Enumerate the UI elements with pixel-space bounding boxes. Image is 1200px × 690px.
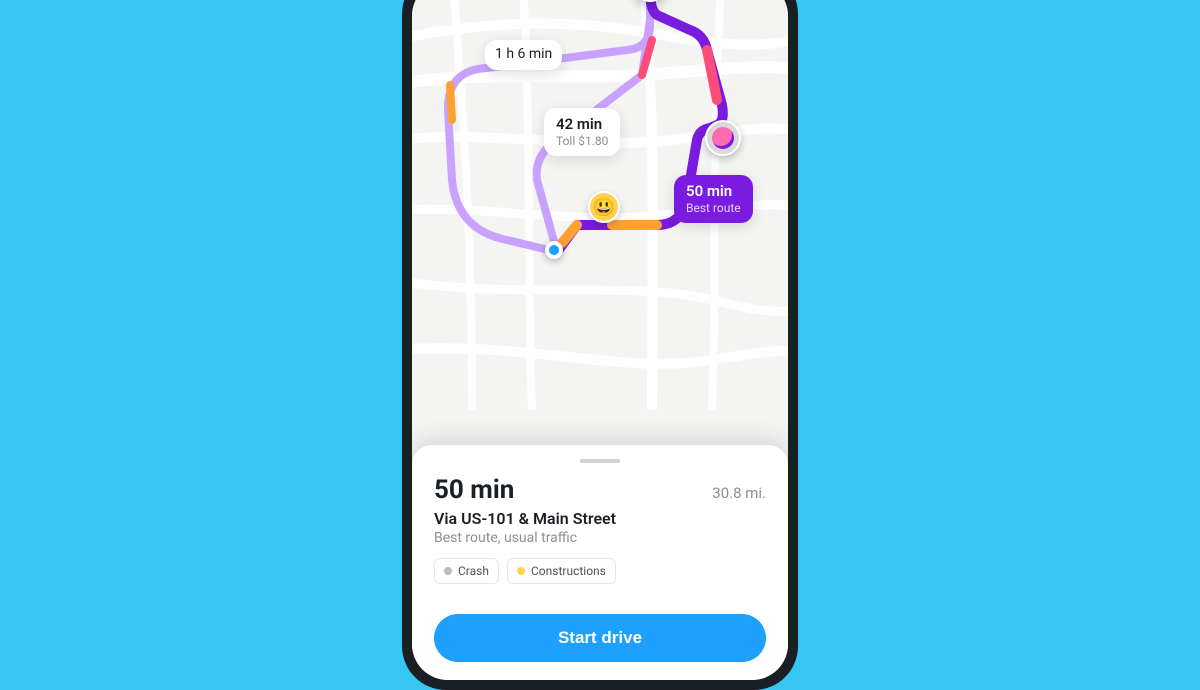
route-summary-panel[interactable]: 50 min 30.8 mi. Via US-101 & Main Street… [412, 445, 788, 680]
route-alt1-time: 1 h 6 min [495, 46, 552, 62]
hazard-pin[interactable]: 😃 [588, 191, 620, 223]
route-alt2-toll: Toll $1.80 [556, 134, 608, 149]
route-best-label[interactable]: 50 min Best route [674, 175, 753, 223]
chip-constructions[interactable]: Constructions [507, 558, 616, 584]
eta-time: 50 min [434, 475, 514, 505]
phone-frame: 😃 1 h 6 min 42 min Toll $1.80 50 min Bes… [402, 0, 798, 690]
route-subinfo: Best route, usual traffic [434, 530, 766, 546]
route-alt1-label[interactable]: 1 h 6 min [485, 40, 562, 70]
start-drive-button[interactable]: Start drive [434, 614, 766, 662]
screen: 😃 1 h 6 min 42 min Toll $1.80 50 min Bes… [412, 0, 788, 680]
route-alt2-label[interactable]: 42 min Toll $1.80 [544, 108, 620, 156]
route-alt2-time: 42 min [556, 115, 602, 133]
drag-handle[interactable] [580, 459, 620, 463]
construction-icon: 😃 [593, 197, 615, 218]
chip-crash-label: Crash [458, 564, 489, 578]
route-via: Via US-101 & Main Street [434, 509, 766, 528]
route-best-sub: Best route [686, 201, 741, 216]
route-alert-chips: Crash Constructions [434, 558, 766, 584]
chip-constructions-label: Constructions [531, 564, 606, 578]
crash-dot-icon [444, 567, 452, 575]
chip-crash[interactable]: Crash [434, 558, 499, 584]
route-best-time: 50 min [686, 182, 732, 200]
distance: 30.8 mi. [712, 484, 766, 502]
construction-dot-icon [517, 567, 525, 575]
start-location-dot [545, 241, 563, 259]
crash-report-pin[interactable] [705, 120, 741, 156]
crash-icon [712, 127, 734, 149]
